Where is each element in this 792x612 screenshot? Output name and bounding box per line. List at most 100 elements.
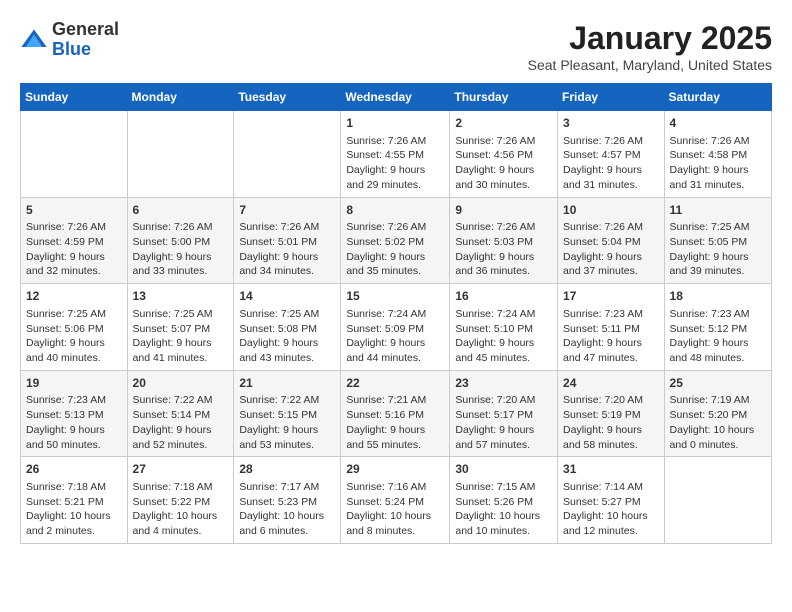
day-info: Sunrise: 7:26 AM Sunset: 4:55 PM Dayligh…: [346, 134, 444, 193]
calendar-cell: 6Sunrise: 7:26 AM Sunset: 5:00 PM Daylig…: [127, 197, 234, 284]
day-number: 21: [239, 375, 335, 392]
calendar-week-row: 5Sunrise: 7:26 AM Sunset: 4:59 PM Daylig…: [21, 197, 772, 284]
calendar-cell: 8Sunrise: 7:26 AM Sunset: 5:02 PM Daylig…: [341, 197, 450, 284]
calendar-cell: 28Sunrise: 7:17 AM Sunset: 5:23 PM Dayli…: [234, 457, 341, 544]
weekday-header: Monday: [127, 84, 234, 111]
day-number: 28: [239, 461, 335, 478]
weekday-header: Sunday: [21, 84, 128, 111]
weekday-header: Wednesday: [341, 84, 450, 111]
calendar-cell: 21Sunrise: 7:22 AM Sunset: 5:15 PM Dayli…: [234, 370, 341, 457]
calendar-cell: [127, 111, 234, 198]
calendar-cell: 17 Sunrise: 7:23 AM Sunset: 5:11 PM Dayli…: [558, 284, 665, 371]
calendar-cell: [234, 111, 341, 198]
day-info: Sunrise: 7:26 AM Sunset: 5:03 PM Dayligh…: [455, 220, 552, 279]
day-number: 7: [239, 202, 335, 219]
day-info: Sunrise: 7:24 AM Sunset: 5:09 PM Dayligh…: [346, 307, 444, 366]
calendar-cell: 9Sunrise: 7:26 AM Sunset: 5:03 PM Daylig…: [450, 197, 558, 284]
weekday-header: Thursday: [450, 84, 558, 111]
day-number: 6: [133, 202, 229, 219]
day-number: 29: [346, 461, 444, 478]
day-number: 24: [563, 375, 659, 392]
calendar-cell: 4Sunrise: 7:26 AM Sunset: 4:58 PM Daylig…: [664, 111, 771, 198]
day-info: Sunrise: 7:23 AM Sunset: 5:13 PM Dayligh…: [26, 393, 122, 452]
day-number: 2: [455, 115, 552, 132]
calendar-cell: 7Sunrise: 7:26 AM Sunset: 5:01 PM Daylig…: [234, 197, 341, 284]
weekday-header: Saturday: [664, 84, 771, 111]
weekday-header: Friday: [558, 84, 665, 111]
day-number: 27: [133, 461, 229, 478]
day-number: 25: [670, 375, 766, 392]
day-info: Sunrise: 7:26 AM Sunset: 5:01 PM Dayligh…: [239, 220, 335, 279]
day-info: Sunrise: 7:26 AM Sunset: 4:58 PM Dayligh…: [670, 134, 766, 193]
calendar-cell: 23Sunrise: 7:20 AM Sunset: 5:17 PM Dayli…: [450, 370, 558, 457]
day-info: Sunrise: 7:22 AM Sunset: 5:15 PM Dayligh…: [239, 393, 335, 452]
day-info: Sunrise: 7:21 AM Sunset: 5:16 PM Dayligh…: [346, 393, 444, 452]
calendar-cell: 19Sunrise: 7:23 AM Sunset: 5:13 PM Dayli…: [21, 370, 128, 457]
calendar-week-row: 12 Sunrise: 7:25 AM Sunset: 5:06 PM Dayli…: [21, 284, 772, 371]
calendar-cell: 18Sunrise: 7:23 AM Sunset: 5:12 PM Dayli…: [664, 284, 771, 371]
day-info: Sunrise: 7:18 AM Sunset: 5:21 PM Dayligh…: [26, 480, 122, 539]
calendar-cell: 2 Sunrise: 7:26 AM Sunset: 4:56 PM Daylig…: [450, 111, 558, 198]
day-number: 13: [133, 288, 229, 305]
day-info: Sunrise: 7:26 AM Sunset: 5:00 PM Dayligh…: [133, 220, 229, 279]
calendar-week-row: 1 Sunrise: 7:26 AM Sunset: 4:55 PM Daylig…: [21, 111, 772, 198]
day-number: 5: [26, 202, 122, 219]
calendar-cell: 24Sunrise: 7:20 AM Sunset: 5:19 PM Dayli…: [558, 370, 665, 457]
weekday-header-row: SundayMondayTuesdayWednesdayThursdayFrid…: [21, 84, 772, 111]
calendar-cell: [21, 111, 128, 198]
day-info: Sunrise: 7:26 AM Sunset: 5:02 PM Dayligh…: [346, 220, 444, 279]
day-number: 3: [563, 115, 659, 132]
calendar-cell: 5Sunrise: 7:26 AM Sunset: 4:59 PM Daylig…: [21, 197, 128, 284]
day-info: Sunrise: 7:23 AM Sunset: 5:11 PM Dayligh…: [563, 307, 659, 366]
calendar-cell: 1 Sunrise: 7:26 AM Sunset: 4:55 PM Daylig…: [341, 111, 450, 198]
calendar-cell: 3 Sunrise: 7:26 AM Sunset: 4:57 PM Daylig…: [558, 111, 665, 198]
calendar: SundayMondayTuesdayWednesdayThursdayFrid…: [20, 83, 772, 544]
day-info: Sunrise: 7:18 AM Sunset: 5:22 PM Dayligh…: [133, 480, 229, 539]
calendar-cell: 16 Sunrise: 7:24 AM Sunset: 5:10 PM Dayli…: [450, 284, 558, 371]
day-number: 19: [26, 375, 122, 392]
day-info: Sunrise: 7:25 AM Sunset: 5:06 PM Dayligh…: [26, 307, 122, 366]
calendar-cell: 12 Sunrise: 7:25 AM Sunset: 5:06 PM Dayli…: [21, 284, 128, 371]
day-info: Sunrise: 7:23 AM Sunset: 5:12 PM Dayligh…: [670, 307, 766, 366]
day-number: 30: [455, 461, 552, 478]
calendar-cell: 30Sunrise: 7:15 AM Sunset: 5:26 PM Dayli…: [450, 457, 558, 544]
day-info: Sunrise: 7:26 AM Sunset: 4:57 PM Dayligh…: [563, 134, 659, 193]
day-info: Sunrise: 7:25 AM Sunset: 5:05 PM Dayligh…: [670, 220, 766, 279]
day-info: Sunrise: 7:22 AM Sunset: 5:14 PM Dayligh…: [133, 393, 229, 452]
day-number: 22: [346, 375, 444, 392]
day-info: Sunrise: 7:20 AM Sunset: 5:19 PM Dayligh…: [563, 393, 659, 452]
day-number: 12: [26, 288, 122, 305]
calendar-cell: 29 Sunrise: 7:16 AM Sunset: 5:24 PM Dayli…: [341, 457, 450, 544]
calendar-cell: 22Sunrise: 7:21 AM Sunset: 5:16 PM Dayli…: [341, 370, 450, 457]
day-number: 10: [563, 202, 659, 219]
day-number: 1: [346, 115, 444, 132]
day-info: Sunrise: 7:19 AM Sunset: 5:20 PM Dayligh…: [670, 393, 766, 452]
month-title: January 2025: [528, 20, 772, 57]
day-info: Sunrise: 7:16 AM Sunset: 5:24 PM Dayligh…: [346, 480, 444, 539]
calendar-cell: 20Sunrise: 7:22 AM Sunset: 5:14 PM Dayli…: [127, 370, 234, 457]
day-info: Sunrise: 7:26 AM Sunset: 4:59 PM Dayligh…: [26, 220, 122, 279]
day-number: 16: [455, 288, 552, 305]
calendar-cell: [664, 457, 771, 544]
day-number: 23: [455, 375, 552, 392]
logo-icon: [20, 26, 48, 54]
day-number: 15: [346, 288, 444, 305]
logo-text: General Blue: [52, 20, 119, 60]
day-info: Sunrise: 7:24 AM Sunset: 5:10 PM Dayligh…: [455, 307, 552, 366]
weekday-header: Tuesday: [234, 84, 341, 111]
day-info: Sunrise: 7:25 AM Sunset: 5:07 PM Dayligh…: [133, 307, 229, 366]
calendar-cell: 31Sunrise: 7:14 AM Sunset: 5:27 PM Dayli…: [558, 457, 665, 544]
calendar-cell: 25Sunrise: 7:19 AM Sunset: 5:20 PM Dayli…: [664, 370, 771, 457]
day-info: Sunrise: 7:26 AM Sunset: 4:56 PM Dayligh…: [455, 134, 552, 193]
calendar-week-row: 19Sunrise: 7:23 AM Sunset: 5:13 PM Dayli…: [21, 370, 772, 457]
calendar-cell: 14Sunrise: 7:25 AM Sunset: 5:08 PM Dayli…: [234, 284, 341, 371]
day-number: 14: [239, 288, 335, 305]
location-title: Seat Pleasant, Maryland, United States: [528, 57, 772, 73]
day-number: 17: [563, 288, 659, 305]
day-number: 20: [133, 375, 229, 392]
day-number: 8: [346, 202, 444, 219]
day-number: 11: [670, 202, 766, 219]
calendar-cell: 27 Sunrise: 7:18 AM Sunset: 5:22 PM Dayli…: [127, 457, 234, 544]
day-number: 26: [26, 461, 122, 478]
title-block: January 2025 Seat Pleasant, Maryland, Un…: [528, 20, 772, 73]
